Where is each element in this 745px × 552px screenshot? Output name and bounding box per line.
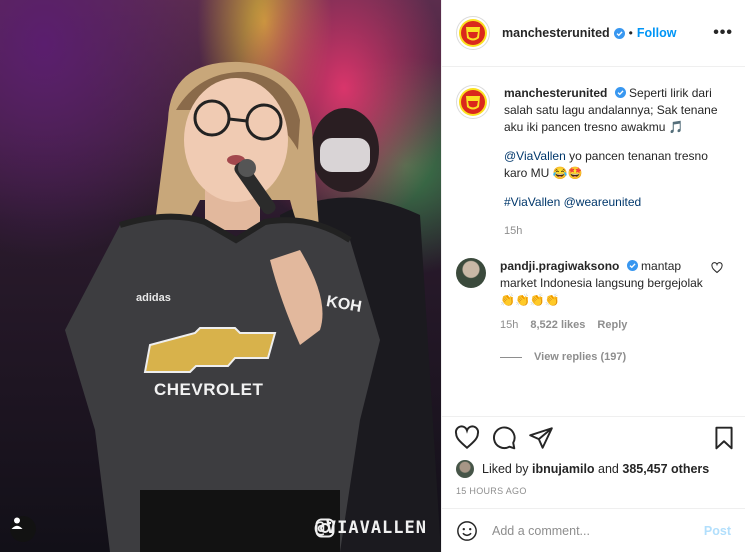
post-timestamp[interactable]: 15 HOURS AGO (442, 480, 745, 508)
comment: pandji.pragiwaksono mantap market Indone… (456, 258, 731, 331)
photo-watermark: @VIAVALLEN (315, 518, 427, 538)
caption-time[interactable]: 15h (504, 223, 722, 240)
comment-time[interactable]: 15h (500, 319, 518, 331)
post-side-panel: manchesterunited • Follow ••• manchester… (441, 0, 745, 552)
comment-input[interactable] (492, 523, 704, 538)
instagram-post: adidas CHEVROLET KOH @VIAVALLEN manchest… (0, 0, 745, 552)
comment-likes[interactable]: 8,522 likes (530, 319, 585, 331)
hashtag-link[interactable]: #ViaVallen (504, 195, 560, 209)
photo-illustration (65, 61, 441, 552)
more-options-button[interactable]: ••• (713, 24, 733, 42)
like-heart-icon[interactable] (454, 424, 480, 451)
comment-bubble-icon[interactable] (491, 425, 517, 451)
jersey-sponsor-text: CHEVROLET (154, 380, 264, 399)
caption: manchesterunited Seperti lirik dari sala… (456, 85, 731, 240)
person-icon (11, 517, 23, 529)
author-avatar[interactable] (456, 16, 490, 50)
separator-dot: • (628, 26, 633, 40)
verified-badge-icon (626, 260, 638, 271)
caption-mention-link[interactable]: @ViaVallen (504, 149, 566, 163)
view-replies-line (500, 356, 522, 358)
verified-badge-icon (613, 27, 625, 39)
post-photo[interactable]: adidas CHEVROLET KOH @VIAVALLEN (0, 0, 441, 552)
likes-summary: Liked by ibnujamilo and 385,457 others (442, 458, 745, 480)
comment-text: pandji.pragiwaksono mantap market Indone… (500, 258, 718, 309)
comment-avatar[interactable] (456, 258, 486, 288)
view-replies-label: View replies (197) (534, 351, 627, 363)
manchester-united-crest-icon (459, 19, 487, 47)
reply-button[interactable]: Reply (597, 319, 627, 331)
header-username[interactable]: manchesterunited (502, 26, 610, 40)
add-comment-bar: Post (442, 508, 745, 552)
tagged-users-button[interactable] (10, 516, 36, 542)
comment-like-heart-icon[interactable] (711, 262, 723, 274)
liked-by-count[interactable]: 385,457 others (622, 462, 709, 476)
post-comment-button[interactable]: Post (704, 524, 731, 538)
caption-avatar[interactable] (456, 85, 490, 119)
comment-meta: 15h 8,522 likes Reply (500, 319, 718, 331)
action-bar (442, 416, 745, 458)
verified-badge-icon (614, 87, 626, 98)
save-bookmark-icon[interactable] (711, 425, 737, 451)
post-header: manchesterunited • Follow ••• (442, 0, 745, 67)
liker-avatar[interactable] (456, 460, 474, 478)
manchester-united-crest-icon (459, 88, 487, 116)
jersey-brand-text: adidas (136, 292, 171, 304)
emoji-smiley-icon[interactable] (456, 520, 478, 542)
comments-section: manchesterunited Seperti lirik dari sala… (442, 67, 745, 416)
share-paper-plane-icon[interactable] (528, 425, 554, 451)
instagram-logo-icon (315, 518, 335, 538)
follow-button[interactable]: Follow (637, 26, 677, 40)
liked-by-middle: and (598, 462, 619, 476)
liked-by-prefix: Liked by (482, 462, 529, 476)
caption-username[interactable]: manchesterunited (504, 86, 607, 100)
caption-text: manchesterunited Seperti lirik dari sala… (504, 85, 722, 240)
view-replies-button[interactable]: View replies (197) (500, 351, 731, 363)
caption-mention-link-2[interactable]: @weareunited (564, 195, 642, 209)
comment-username[interactable]: pandji.pragiwaksono (500, 259, 619, 273)
liked-by-user[interactable]: ibnujamilo (532, 462, 595, 476)
